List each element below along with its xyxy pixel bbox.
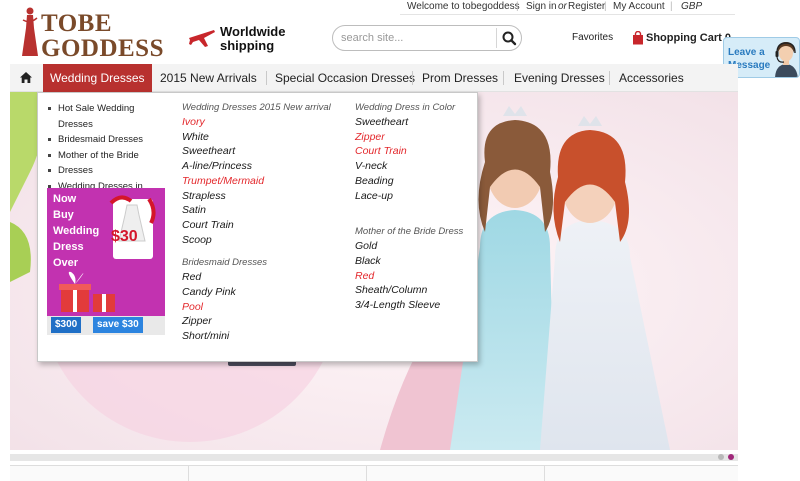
link-three-quarter-sleeve[interactable]: 3/4-Length Sleeve <box>355 298 463 313</box>
shipping-line-1: Worldwide <box>220 24 286 39</box>
slider-dot-1[interactable] <box>718 454 724 460</box>
link-a-line-princess[interactable]: A-line/Princess <box>182 159 331 174</box>
search-icon <box>502 31 517 46</box>
link-candy-pink[interactable]: Candy Pink <box>182 285 331 300</box>
dropdown-link-mother-of-bride-cont[interactable]: Dresses <box>47 163 167 179</box>
or-text: or <box>558 1 567 12</box>
link-black[interactable]: Black <box>355 254 463 269</box>
cart-label: Shopping Cart <box>646 32 722 44</box>
logo-line-1: TOBE <box>41 10 113 37</box>
nav-wedding-dresses[interactable]: Wedding Dresses <box>43 64 152 92</box>
promo-line-1: Now <box>53 193 77 205</box>
wedding-dresses-dropdown: Hot Sale Wedding Dresses Bridesmaid Dres… <box>37 92 478 362</box>
currency-selector[interactable]: GBP <box>681 1 702 12</box>
link-ivory[interactable]: Ivory <box>182 115 331 130</box>
nav-evening-dresses[interactable]: Evening Dresses <box>514 64 605 92</box>
sign-in-link[interactable]: Sign in <box>526 1 557 12</box>
favorites-link[interactable]: Favorites <box>572 32 613 43</box>
promo-line-2: Buy <box>53 209 74 221</box>
bottom-panels <box>10 465 738 481</box>
nav-special-occasion-dresses[interactable]: Special Occasion Dresses <box>275 64 415 92</box>
link-satin[interactable]: Satin <box>182 203 331 218</box>
link-trumpet-mermaid[interactable]: Trumpet/Mermaid <box>182 174 331 189</box>
support-agent-icon <box>775 42 798 77</box>
promo-price: $30 <box>111 228 138 245</box>
link-sheath-column[interactable]: Sheath/Column <box>355 283 463 298</box>
dropdown-column-in-color: Wedding Dress in Color Sweetheart Zipper… <box>355 101 463 313</box>
link-sweetheart[interactable]: Sweetheart <box>182 144 331 159</box>
search-button[interactable] <box>499 28 519 48</box>
site-logo[interactable]: TOBE GODDESS <box>20 6 163 62</box>
search-box <box>332 25 522 51</box>
slider-dot-2[interactable] <box>728 454 734 460</box>
worldwide-shipping-badge: Worldwide shipping <box>188 24 298 54</box>
logo-line-2: GODDESS <box>41 35 164 62</box>
leave-message-line-1: Leave a <box>728 47 765 58</box>
link-gold[interactable]: Gold <box>355 239 463 254</box>
nav-accessories[interactable]: Accessories <box>619 64 684 92</box>
dropdown-column-new-arrival: Wedding Dresses 2015 New arrival Ivory W… <box>182 101 331 344</box>
link-color-sweetheart[interactable]: Sweetheart <box>355 115 463 130</box>
link-scoop[interactable]: Scoop <box>182 233 331 248</box>
promo-line-3: Wedding <box>53 225 100 237</box>
promo-save-badge: save $30 <box>93 317 143 333</box>
goddess-logo-icon <box>22 7 38 56</box>
search-input[interactable] <box>341 30 491 46</box>
link-court-train[interactable]: Court Train <box>182 218 331 233</box>
link-color-lace-up[interactable]: Lace-up <box>355 189 463 204</box>
link-short-mini[interactable]: Short/mini <box>182 329 331 344</box>
link-color-court-train[interactable]: Court Train <box>355 144 463 159</box>
column-heading-bridesmaid: Bridesmaid Dresses <box>182 257 267 269</box>
dropdown-link-bridesmaid[interactable]: Bridesmaid Dresses <box>47 132 167 148</box>
column-heading-new-arrival: Wedding Dresses 2015 New arrival <box>182 102 331 113</box>
shopping-bag-icon <box>633 31 643 45</box>
topbar-divider <box>400 14 735 15</box>
link-white[interactable]: White <box>182 130 331 145</box>
link-pool[interactable]: Pool <box>182 300 331 315</box>
column-heading-mother-of-bride: Mother of the Bride Dress <box>355 226 464 238</box>
nav-prom-dresses[interactable]: Prom Dresses <box>422 64 498 92</box>
link-zipper[interactable]: Zipper <box>182 314 331 329</box>
register-link[interactable]: Register <box>568 1 605 12</box>
my-account-link[interactable]: My Account <box>613 1 665 12</box>
main-nav: Wedding Dresses 2015 New Arrivals Specia… <box>10 64 738 92</box>
dropdown-link-hot-sale[interactable]: Hot Sale Wedding Dresses <box>47 101 167 132</box>
link-color-zipper[interactable]: Zipper <box>355 130 463 145</box>
welcome-text: Welcome to tobegoddess <box>407 1 520 12</box>
link-red[interactable]: Red <box>182 270 331 285</box>
banner-slider-track <box>10 454 738 461</box>
page: Welcome to tobegoddess | Sign in or Regi… <box>0 0 800 481</box>
airplane-icon <box>189 30 215 47</box>
link-color-beading[interactable]: Beading <box>355 174 463 189</box>
promo-banner[interactable]: Now Buy Wedding Dress Over $30 $300 save… <box>47 188 165 335</box>
home-icon[interactable] <box>19 71 33 84</box>
nav-2015-new-arrivals[interactable]: 2015 New Arrivals <box>160 64 257 92</box>
gift-box-icon <box>59 271 115 312</box>
link-strapless[interactable]: Strapless <box>182 189 331 204</box>
link-mob-red[interactable]: Red <box>355 269 463 284</box>
column-heading-in-color: Wedding Dress in Color <box>355 102 456 113</box>
shipping-line-2: shipping <box>220 38 275 53</box>
promo-line-4: Dress <box>53 241 84 253</box>
promo-threshold-badge: $300 <box>51 317 82 333</box>
dropdown-link-mother-of-bride[interactable]: Mother of the Bride <box>47 148 167 164</box>
link-color-v-neck[interactable]: V-neck <box>355 159 463 174</box>
